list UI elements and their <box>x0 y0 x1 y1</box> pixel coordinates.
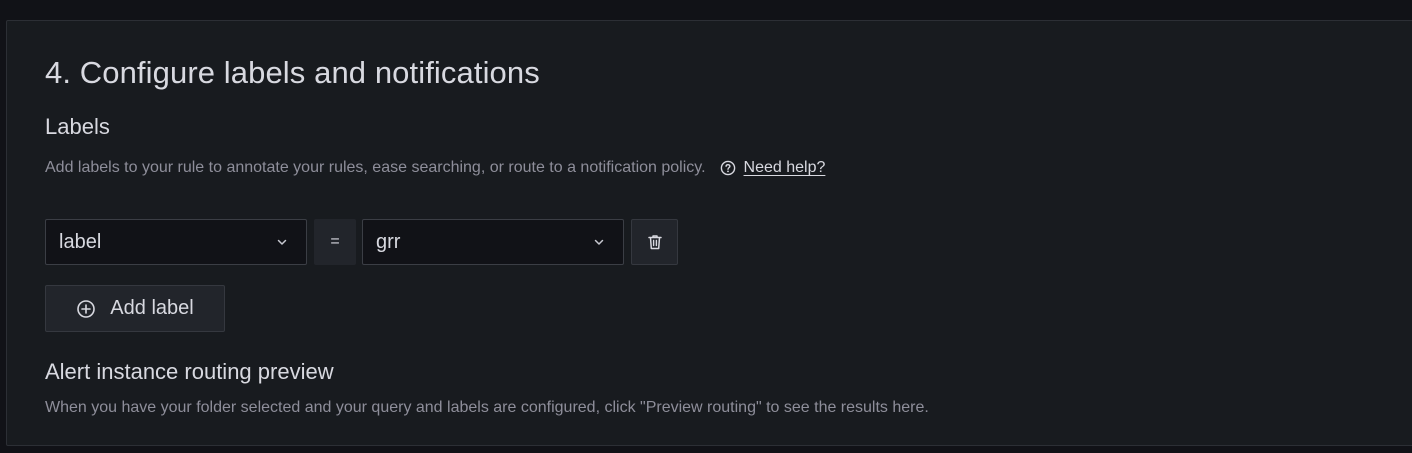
add-label-button[interactable]: Add label <box>45 285 225 332</box>
routing-preview-description: When you have your folder selected and y… <box>45 399 929 416</box>
add-label-text: Add label <box>110 297 194 319</box>
chevron-down-icon <box>277 239 287 245</box>
plus-circle-icon <box>77 299 96 318</box>
label-key-select[interactable]: label <box>45 219 307 265</box>
labels-description: Add labels to your rule to annotate your… <box>45 159 706 176</box>
section-title: 4. Configure labels and notifications <box>45 55 540 90</box>
routing-preview-heading: Alert instance routing preview <box>45 359 334 384</box>
remove-label-button[interactable] <box>631 219 678 265</box>
label-value-select[interactable]: grr <box>362 219 624 265</box>
need-help-link[interactable]: Need help? <box>744 159 826 177</box>
label-operator: = <box>314 219 356 265</box>
question-circle-icon <box>720 160 735 176</box>
chevron-down-icon <box>594 239 604 245</box>
labels-description-row: Add labels to your rule to annotate your… <box>45 159 825 177</box>
label-key-value: label <box>59 230 102 253</box>
need-help-link-wrap[interactable]: Need help? <box>720 159 826 177</box>
labels-notifications-section: 4. Configure labels and notifications La… <box>6 20 1412 446</box>
label-value-value: grr <box>376 230 401 253</box>
trash-icon <box>647 235 662 250</box>
labels-heading: Labels <box>45 114 110 139</box>
